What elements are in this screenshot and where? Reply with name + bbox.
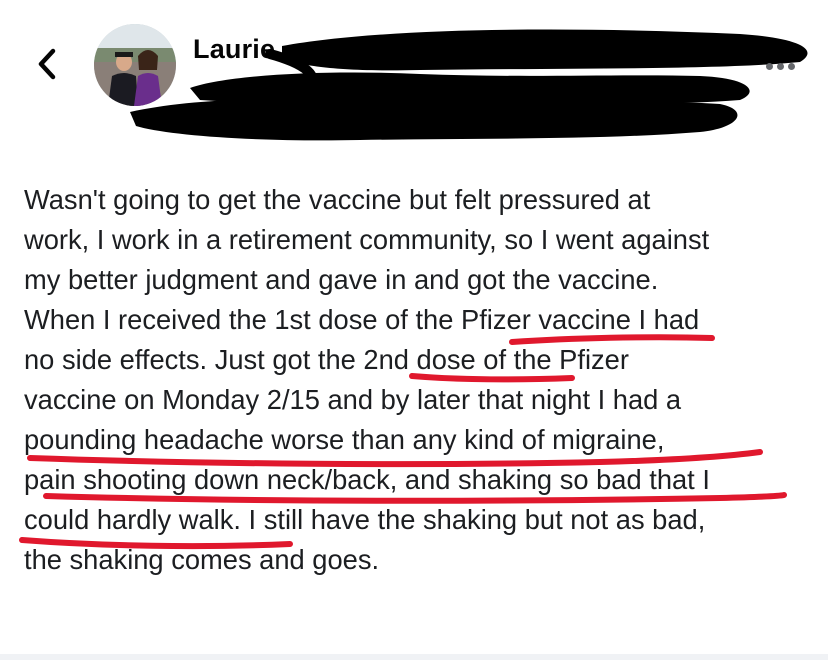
post-line: the shaking comes and goes. <box>24 544 380 575</box>
post-line: work, I work in a retirement community, … <box>24 224 710 255</box>
post-line: When I received the 1st dose of the Pfiz… <box>24 304 700 335</box>
post-line: vaccine on Monday 2/15 and by later that… <box>24 384 682 415</box>
post-line: pain shooting down neck/back, and shakin… <box>24 464 710 495</box>
avatar[interactable] <box>94 24 176 106</box>
post-line: Wasn't going to get the vaccine but felt… <box>24 184 651 215</box>
more-horizontal-icon <box>765 62 773 70</box>
footer-divider <box>0 654 828 660</box>
avatar-photo <box>94 24 176 106</box>
post-line: my better judgment and gave in and got t… <box>24 264 659 295</box>
post-line: could hardly walk. I still have the shak… <box>24 504 706 535</box>
post-line: pounding headache worse than any kind of… <box>24 424 665 455</box>
post-body: Wasn't going to get the vaccine but felt… <box>24 180 814 580</box>
chevron-left-icon <box>38 48 56 80</box>
more-options-button[interactable] <box>760 54 800 78</box>
back-button[interactable] <box>30 44 64 84</box>
author-name[interactable]: Laurie <box>193 34 275 65</box>
post-line: no side effects. Just got the 2nd dose o… <box>24 344 629 375</box>
